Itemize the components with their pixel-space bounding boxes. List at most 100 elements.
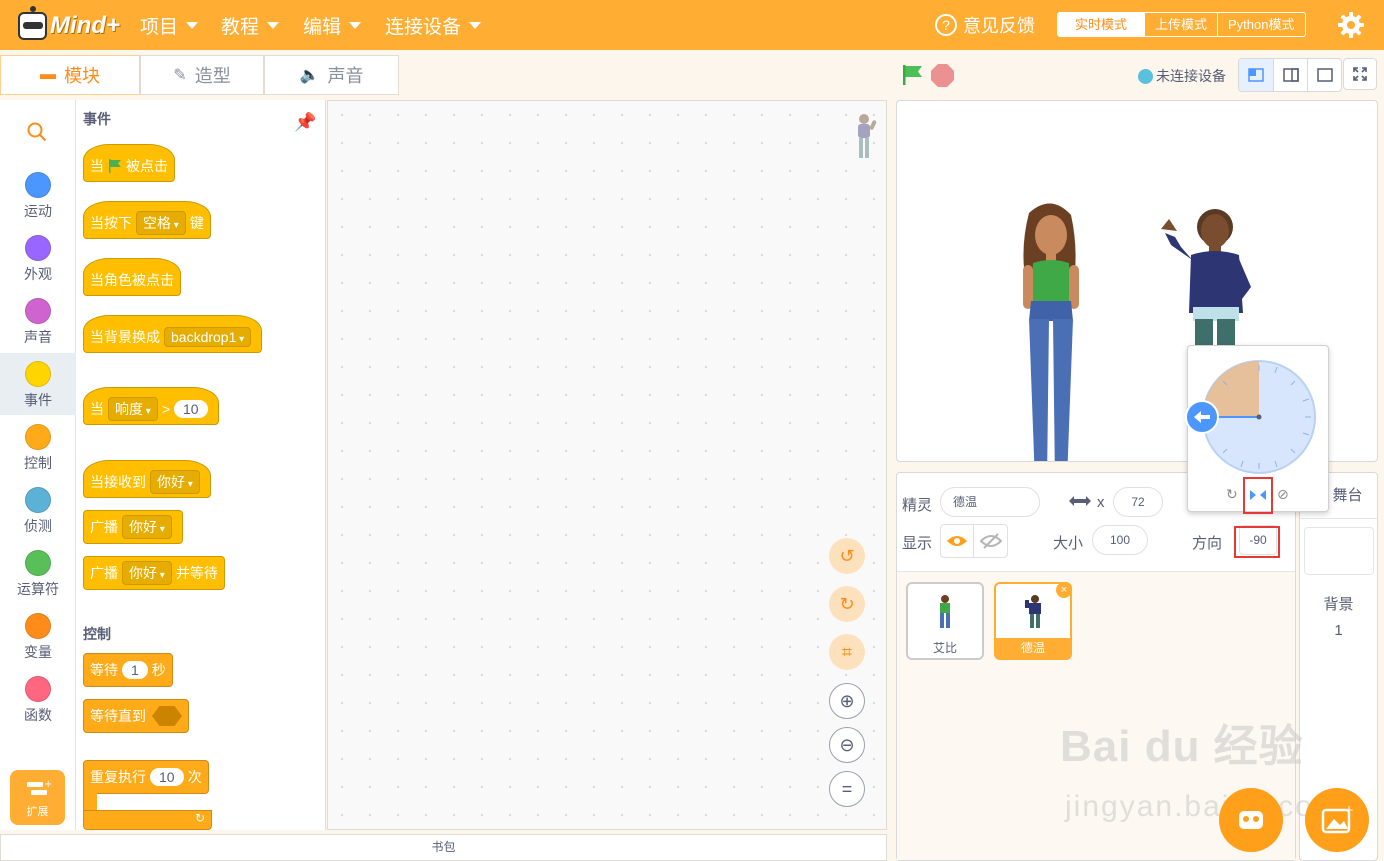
zoom-out-button[interactable]: ⊖ — [829, 727, 865, 763]
block-when-key-pressed[interactable]: 当按下 空格 键 — [83, 201, 211, 239]
block-wait-until[interactable]: 等待直到 — [83, 699, 189, 733]
direction-handle[interactable] — [1185, 400, 1219, 434]
category-operators[interactable]: 运算符 — [0, 542, 76, 604]
block-when-sprite-clicked[interactable]: 当角色被点击 — [83, 258, 181, 296]
sprite-card-abby[interactable]: 艾比 — [906, 582, 984, 660]
block-repeat[interactable]: 重复执行 10 次 — [83, 760, 209, 794]
category-events[interactable]: 事件 — [0, 353, 76, 415]
boolean-slot[interactable] — [152, 706, 182, 726]
mode-realtime[interactable]: 实时模式 — [1058, 13, 1144, 36]
category-label: 运算符 — [17, 581, 59, 597]
robot-logo-icon — [18, 6, 47, 40]
gear-icon[interactable] — [1337, 11, 1365, 39]
mode-python[interactable]: Python模式 — [1217, 13, 1304, 36]
fullscreen-button[interactable] — [1343, 58, 1377, 90]
section-control-title: 控制 — [83, 626, 111, 642]
hide-button[interactable] — [974, 525, 1007, 557]
extension-button[interactable]: + 扩展 — [10, 770, 65, 825]
clean-up-button[interactable]: ⌗ — [829, 634, 865, 670]
zoom-in-button[interactable]: ⊕ — [829, 683, 865, 719]
block-when-backdrop-switches[interactable]: 当背景换成 backdrop1 — [83, 315, 263, 353]
category-looks[interactable]: 外观 — [0, 227, 76, 289]
block-broadcast[interactable]: 广播 你好 — [83, 510, 183, 544]
tab-sounds[interactable]: 🔈 声音 — [264, 55, 399, 95]
loudness-value-input[interactable]: 10 — [174, 400, 208, 418]
all-around-rotation-icon[interactable]: ↻ — [1226, 486, 1238, 503]
sprite-add-icon — [1239, 811, 1263, 829]
tab-costumes-label: 造型 — [194, 66, 231, 86]
menu-project[interactable]: 项目 — [140, 0, 199, 50]
category-functions[interactable]: 函数 — [0, 668, 76, 730]
pin-icon[interactable]: 📌 — [294, 112, 316, 133]
category-variables[interactable]: 变量 — [0, 605, 76, 667]
mode-upload[interactable]: 上传模式 — [1144, 13, 1217, 36]
sprite-name-input[interactable]: 德温 — [940, 487, 1040, 517]
sprite-abby[interactable] — [1015, 201, 1087, 462]
message-dropdown[interactable]: 你好 — [122, 561, 172, 585]
block-broadcast-and-wait[interactable]: 广播 你好 并等待 — [83, 556, 225, 590]
large-stage-button[interactable] — [1307, 59, 1341, 91]
stop-icon[interactable] — [931, 64, 954, 87]
menu-connect-label: 连接设备 — [385, 16, 462, 38]
menu-project-label: 项目 — [140, 16, 179, 38]
block-when-loudness[interactable]: 当 响度 > 10 — [83, 387, 219, 425]
block-text: 重复执行 — [90, 769, 146, 785]
add-sprite-button[interactable] — [1219, 788, 1283, 852]
brush-icon: ✎ — [173, 67, 187, 84]
crop-icon: ⌗ — [841, 641, 853, 662]
control-dot-icon — [25, 424, 51, 450]
message-dropdown[interactable]: 你好 — [150, 470, 200, 494]
backdrop-dropdown[interactable]: backdrop1 — [164, 327, 252, 347]
add-backdrop-button[interactable]: + — [1305, 788, 1369, 852]
key-dropdown[interactable]: 空格 — [136, 211, 186, 235]
repeat-arm — [83, 793, 97, 811]
category-motion[interactable]: 运动 — [0, 164, 76, 226]
sprite-card-name: 艾比 — [932, 641, 957, 655]
delete-sprite-icon[interactable]: × — [1056, 582, 1072, 598]
undo-button[interactable]: ↺ — [829, 538, 865, 574]
question-icon: ? — [935, 14, 957, 36]
dont-rotate-icon[interactable]: ⊘ — [1277, 486, 1289, 503]
search-icon[interactable] — [27, 122, 47, 142]
mindplus-logo[interactable]: Mind+ — [18, 6, 120, 44]
category-control[interactable]: 控制 — [0, 416, 76, 478]
medium-stage-button[interactable] — [1273, 59, 1307, 91]
sprite-card-devin[interactable]: × 德温 — [994, 582, 1072, 660]
feedback-button[interactable]: ? 意见反馈 — [935, 12, 1035, 38]
message-dropdown[interactable]: 你好 — [122, 515, 172, 539]
extension-label: 扩展 — [26, 806, 49, 818]
block-text: 当角色被点击 — [90, 272, 174, 288]
zoom-out-icon: ⊖ — [839, 734, 855, 755]
menu-connect-device[interactable]: 连接设备 — [385, 0, 482, 50]
backpack-bar[interactable]: 书包 — [0, 834, 887, 861]
svg-text:+: + — [44, 779, 51, 790]
extension-blocks-icon: + — [26, 779, 52, 795]
x-input[interactable]: 72 — [1113, 487, 1163, 517]
block-wait-seconds[interactable]: 等待 1 秒 — [83, 653, 173, 687]
size-input[interactable]: 100 — [1092, 525, 1148, 555]
redo-button[interactable]: ↻ — [829, 586, 865, 622]
category-sensing[interactable]: 侦测 — [0, 479, 76, 541]
tab-costumes[interactable]: ✎ 造型 — [140, 55, 264, 95]
green-flag-icon[interactable] — [900, 63, 924, 87]
block-text: 被点击 — [126, 158, 168, 174]
menu-tutorial[interactable]: 教程 — [221, 0, 280, 50]
tab-blocks[interactable]: ▬ 模块 — [0, 55, 140, 95]
layout-medium-icon — [1282, 68, 1299, 82]
backdrop-count: 1 — [1334, 622, 1343, 639]
repeat-count-input[interactable]: 10 — [150, 768, 184, 786]
horizontal-arrows-icon — [1069, 496, 1091, 506]
menu-edit[interactable]: 编辑 — [303, 0, 362, 50]
block-when-flag-clicked[interactable]: 当 被点击 — [83, 144, 175, 182]
script-area[interactable] — [327, 100, 887, 830]
wait-value-input[interactable]: 1 — [122, 661, 148, 679]
block-text: 当背景换成 — [90, 329, 160, 345]
stage-size-switch — [1238, 58, 1342, 92]
show-button[interactable] — [941, 525, 975, 557]
small-stage-button[interactable] — [1239, 59, 1273, 91]
block-when-receive[interactable]: 当接收到 你好 — [83, 460, 211, 498]
loudness-dropdown[interactable]: 响度 — [108, 397, 158, 421]
category-sound[interactable]: 声音 — [0, 290, 76, 352]
menu-tutorial-label: 教程 — [221, 16, 260, 38]
zoom-reset-button[interactable]: = — [829, 771, 865, 807]
